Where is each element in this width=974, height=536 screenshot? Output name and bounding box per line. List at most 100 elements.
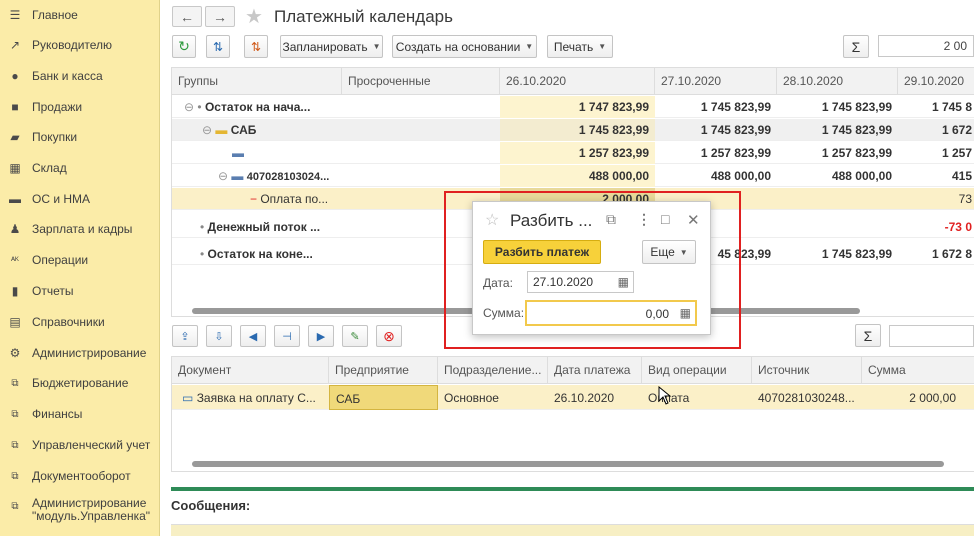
more-menu-icon[interactable]: ⋮ bbox=[637, 211, 651, 228]
move-up-button[interactable]: ⇪ bbox=[172, 325, 198, 347]
sidebar-item-warehouse[interactable]: ▦ Склад bbox=[0, 153, 160, 183]
column-header[interactable]: 28.10.2020 bbox=[777, 68, 898, 95]
table-cell: 1 672 8 bbox=[931, 247, 972, 261]
star-icon[interactable]: ★ bbox=[245, 4, 263, 29]
table-cell: ▭ Заявка на оплату С... bbox=[176, 385, 328, 407]
page-title: Платежный календарь bbox=[274, 7, 453, 26]
caret-down-icon: ▼ bbox=[679, 247, 688, 257]
table-row[interactable]: ▭ Заявка на оплату С... САБ Основное 26.… bbox=[172, 385, 974, 410]
collapse-icon[interactable]: ⊖ ▬ САБ bbox=[196, 119, 346, 141]
link-icon: ⧉ bbox=[11, 439, 19, 451]
split-view-button[interactable]: ⊣ bbox=[274, 325, 300, 347]
table-cell: 1 745 823,99 bbox=[821, 247, 892, 261]
print-button[interactable]: Печать ▼ bbox=[547, 35, 613, 58]
bar-chart-icon: ▮ bbox=[11, 284, 19, 298]
table-row[interactable]: ⊖ ▬ САБ 1 745 823,99 1 745 823,99 1 745 … bbox=[172, 119, 974, 141]
sidebar-item-label: Продажи bbox=[32, 99, 83, 114]
column-header[interactable]: Источник bbox=[752, 357, 862, 384]
column-header[interactable]: Подразделение... bbox=[438, 357, 548, 384]
sidebar: ☰ Главное ↗ Руководителю ● Банк и касса … bbox=[0, 0, 160, 536]
sidebar-item-assets[interactable]: ▬ ОС и НМА bbox=[0, 184, 160, 214]
column-header[interactable]: 27.10.2020 bbox=[655, 68, 777, 95]
plan-button[interactable]: Запланировать ▼ bbox=[280, 35, 383, 58]
table-cell: 4070281030248... bbox=[758, 391, 855, 405]
sidebar-item-label: Зарплата и кадры bbox=[32, 221, 133, 236]
bag-icon: ■ bbox=[11, 100, 19, 114]
link-icon[interactable]: ⧉ bbox=[606, 211, 616, 228]
sidebar-item-payroll[interactable]: ♟ Зарплата и кадры bbox=[0, 214, 160, 244]
column-header[interactable]: Дата платежа bbox=[548, 357, 642, 384]
total-field[interactable]: 2 00 bbox=[878, 35, 974, 57]
column-header[interactable]: Вид операции bbox=[642, 357, 752, 384]
lower-total-field[interactable] bbox=[889, 325, 974, 347]
table-cell: 1 672 bbox=[941, 123, 972, 137]
more-button[interactable]: Еще ▼ bbox=[642, 240, 696, 264]
next-button[interactable]: ▶ bbox=[308, 325, 334, 347]
link-icon: ⧉ bbox=[11, 377, 19, 389]
row-label: Остаток на нача... bbox=[204, 100, 311, 114]
back-button[interactable]: ← bbox=[172, 6, 202, 27]
sort-asc-button[interactable]: ⇅ bbox=[206, 35, 230, 58]
table-row[interactable]: ⊖ ▬ 407028103024... 488 000,00 488 000,0… bbox=[172, 165, 974, 187]
collapse-icon[interactable]: ⊖ ▬ 407028103024... bbox=[212, 165, 347, 187]
sidebar-item-finance[interactable]: ⧉ Финансы bbox=[0, 399, 160, 429]
create-based-button[interactable]: Создать на основании ▼ bbox=[392, 35, 537, 58]
print-label: Печать bbox=[553, 39, 594, 54]
sidebar-item-docflow[interactable]: ⧉ Документооборот bbox=[0, 461, 160, 491]
sidebar-item-sales[interactable]: ■ Продажи bbox=[0, 92, 160, 122]
sidebar-item-operations[interactable]: ᴬᴷ Операции bbox=[0, 245, 160, 275]
create-based-label: Создать на основании bbox=[395, 39, 521, 54]
refresh-button[interactable]: ↻ bbox=[172, 35, 196, 58]
sum-button-lower[interactable]: Σ bbox=[855, 324, 881, 347]
table-row[interactable]: ▬ 1 257 823,99 1 257 823,99 1 257 823,99… bbox=[172, 142, 974, 164]
sidebar-item-bank[interactable]: ● Банк и касса bbox=[0, 61, 160, 91]
sidebar-item-admin-module[interactable]: ⧉ Администрирование "модуль.Управленка" bbox=[0, 497, 160, 533]
sidebar-item-budgeting[interactable]: ⧉ Бюджетирование bbox=[0, 368, 160, 398]
close-icon[interactable]: ✕ bbox=[687, 211, 700, 229]
sum-button[interactable]: Σ bbox=[843, 35, 869, 58]
delete-button[interactable]: ⊗ bbox=[376, 325, 402, 347]
column-header[interactable]: Предприятие bbox=[329, 357, 438, 384]
table-cell: 488 000,00 bbox=[500, 165, 655, 187]
table-cell: 73 bbox=[958, 192, 972, 206]
table-row[interactable]: ⊖ • Остаток на нача... 1 747 823,99 1 74… bbox=[172, 96, 974, 118]
column-header[interactable]: Группы bbox=[172, 68, 342, 95]
split-payment-dialog: ☆ Разбить ... ⧉ ⋮ □ ✕ Разбить платеж Еще… bbox=[472, 201, 711, 335]
sidebar-item-manager[interactable]: ↗ Руководителю bbox=[0, 30, 160, 60]
sidebar-item-main[interactable]: ☰ Главное bbox=[0, 0, 160, 30]
sum-value: 0,00 bbox=[645, 307, 669, 321]
sidebar-item-reports[interactable]: ▮ Отчеты bbox=[0, 276, 160, 306]
link-icon: ⧉ bbox=[11, 408, 19, 420]
star-icon[interactable]: ☆ bbox=[485, 210, 499, 230]
sidebar-item-label: Администрирование "модуль.Управленка" bbox=[32, 496, 151, 523]
column-header[interactable]: Сумма bbox=[862, 357, 974, 384]
forward-button[interactable]: → bbox=[205, 6, 235, 27]
sidebar-item-references[interactable]: ▤ Справочники bbox=[0, 307, 160, 337]
table-cell: САБ bbox=[329, 385, 438, 410]
edit-button[interactable]: ✎ bbox=[342, 325, 368, 347]
sidebar-item-mgmt-accounting[interactable]: ⧉ Управленческий учет bbox=[0, 430, 160, 460]
table-cell: 488 000,00 bbox=[831, 169, 892, 183]
calendar-icon[interactable]: ▦ bbox=[618, 275, 629, 289]
sort-desc-button[interactable]: ⇅ bbox=[244, 35, 268, 58]
table-cell: Основное bbox=[444, 391, 499, 405]
sidebar-item-purchases[interactable]: ▰ Покупки bbox=[0, 122, 160, 152]
collapse-icon[interactable]: ⊖ • Остаток на нача... bbox=[178, 96, 343, 118]
dialog-title: Разбить ... bbox=[510, 211, 593, 230]
sidebar-item-label: Бюджетирование bbox=[32, 375, 129, 390]
column-header[interactable]: 29.10.2020 bbox=[898, 68, 974, 95]
prev-button[interactable]: ◀ bbox=[240, 325, 266, 347]
menu-icon: ☰ bbox=[9, 8, 21, 22]
split-payment-button[interactable]: Разбить платеж bbox=[483, 240, 601, 264]
maximize-icon[interactable]: □ bbox=[661, 211, 669, 227]
calculator-icon[interactable]: ▦ bbox=[680, 306, 691, 320]
date-field[interactable]: 27.10.2020 ▦ bbox=[527, 271, 634, 293]
horizontal-scrollbar[interactable] bbox=[192, 461, 944, 467]
sum-field[interactable]: 0,00 ▦ bbox=[525, 300, 697, 326]
column-header[interactable]: Документ bbox=[172, 357, 329, 384]
sidebar-item-admin[interactable]: ⚙ Администрирование bbox=[0, 338, 160, 368]
column-header[interactable]: 26.10.2020 bbox=[500, 68, 655, 95]
sidebar-item-label: Руководителю bbox=[32, 37, 113, 52]
column-header[interactable]: Просроченные bbox=[342, 68, 500, 95]
move-down-button[interactable]: ⇩ bbox=[206, 325, 232, 347]
